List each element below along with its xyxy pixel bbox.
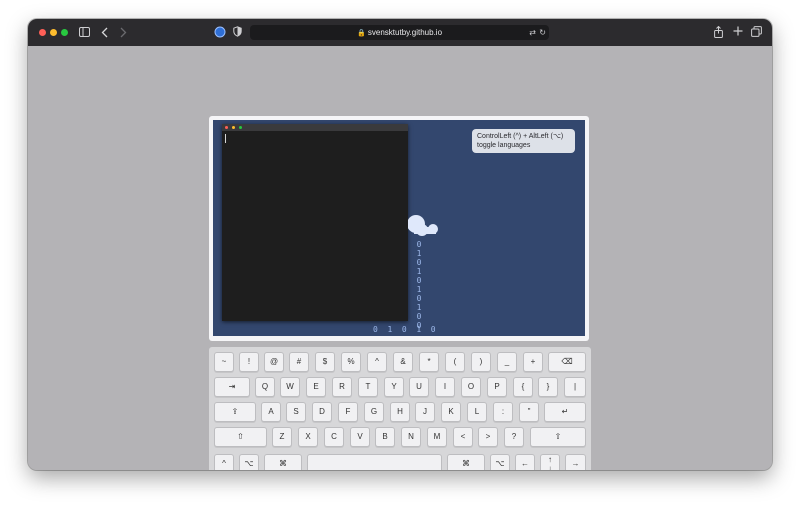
- key-underscore[interactable]: _: [497, 352, 517, 372]
- language-toggle-tooltip: ControlLeft (^) + AltLeft (⌥) toggle lan…: [472, 129, 575, 153]
- key-open-paren[interactable]: (: [445, 352, 465, 372]
- key-close-brace[interactable]: }: [538, 377, 558, 397]
- key-z[interactable]: Z: [272, 427, 292, 447]
- minimize-window-button[interactable]: [50, 29, 57, 36]
- key-exclamation[interactable]: !: [239, 352, 259, 372]
- key-open-brace[interactable]: {: [513, 377, 533, 397]
- key-s[interactable]: S: [286, 402, 306, 422]
- key-q[interactable]: Q: [255, 377, 275, 397]
- key-plus[interactable]: +: [523, 352, 543, 372]
- key-c[interactable]: C: [324, 427, 344, 447]
- key-command-left[interactable]: ⌘: [264, 454, 302, 470]
- key-y[interactable]: Y: [384, 377, 404, 397]
- key-j[interactable]: J: [415, 402, 435, 422]
- key-n[interactable]: N: [401, 427, 421, 447]
- terminal-window[interactable]: [222, 124, 408, 321]
- key-v[interactable]: V: [350, 427, 370, 447]
- back-icon[interactable]: [101, 27, 108, 41]
- key-w[interactable]: W: [280, 377, 300, 397]
- key-asterisk[interactable]: *: [419, 352, 439, 372]
- arrow-up-down-cluster: ↑ ↓: [540, 454, 560, 470]
- browser-window: 🔒 svensktutby.github.io ⇄ ↻ 0 1 0 1 0 1 …: [28, 19, 772, 470]
- zoom-window-button[interactable]: [61, 29, 68, 36]
- key-r[interactable]: R: [332, 377, 352, 397]
- browser-toolbar: 🔒 svensktutby.github.io ⇄ ↻: [28, 19, 772, 46]
- key-tilde[interactable]: ~: [214, 352, 234, 372]
- cloud-icon: [408, 215, 438, 236]
- key-x[interactable]: X: [298, 427, 318, 447]
- privacy-shield-icon[interactable]: [233, 26, 242, 40]
- close-window-button[interactable]: [39, 29, 46, 36]
- key-close-paren[interactable]: ): [471, 352, 491, 372]
- key-less-than[interactable]: <: [453, 427, 473, 447]
- new-tab-icon[interactable]: [733, 26, 743, 39]
- key-f[interactable]: F: [338, 402, 358, 422]
- url-text: svensktutby.github.io: [367, 28, 443, 37]
- tab-overview-icon[interactable]: [751, 26, 762, 40]
- key-percent[interactable]: %: [341, 352, 361, 372]
- virtual-keyboard: ~ ! @ # $ % ^ & * ( ) _ + ⌫ ⇥ Q W E R T …: [209, 347, 591, 470]
- binary-row: 0 1 0 1 0: [373, 325, 436, 334]
- key-question[interactable]: ?: [504, 427, 524, 447]
- forward-icon[interactable]: [120, 27, 127, 41]
- key-backspace[interactable]: ⌫: [548, 352, 586, 372]
- terminal-titlebar[interactable]: [222, 124, 408, 131]
- key-caps-lock[interactable]: ⇪: [214, 402, 256, 422]
- extension-globe-icon[interactable]: [214, 26, 226, 41]
- translate-icon[interactable]: ⇄: [529, 25, 536, 40]
- share-icon[interactable]: [714, 25, 723, 41]
- key-shift-right[interactable]: ⇧: [530, 427, 586, 447]
- key-return[interactable]: ↵: [544, 402, 586, 422]
- address-bar[interactable]: 🔒 svensktutby.github.io ⇄ ↻: [250, 25, 549, 40]
- key-arrow-right[interactable]: →: [565, 454, 586, 470]
- key-command-right[interactable]: ⌘: [447, 454, 485, 470]
- key-h[interactable]: H: [390, 402, 410, 422]
- key-b[interactable]: B: [375, 427, 395, 447]
- key-option-right[interactable]: ⌥: [490, 454, 510, 470]
- key-hash[interactable]: #: [289, 352, 309, 372]
- reload-icon[interactable]: ↻: [539, 25, 546, 40]
- key-e[interactable]: E: [306, 377, 326, 397]
- sidebar-icon[interactable]: [79, 27, 90, 40]
- page-content: 0 1 0 1 0 1 0 1 0 0 0 1 0 1 0 ControlLef…: [28, 46, 772, 470]
- key-colon[interactable]: :: [493, 402, 513, 422]
- key-arrow-left[interactable]: ←: [515, 454, 535, 470]
- key-l[interactable]: L: [467, 402, 487, 422]
- key-k[interactable]: K: [441, 402, 461, 422]
- key-dollar[interactable]: $: [315, 352, 335, 372]
- key-control[interactable]: ^: [214, 454, 234, 470]
- key-a[interactable]: A: [261, 402, 281, 422]
- key-ampersand[interactable]: &: [393, 352, 413, 372]
- key-g[interactable]: G: [364, 402, 384, 422]
- tooltip-action-text: toggle languages: [477, 142, 531, 149]
- key-p[interactable]: P: [487, 377, 507, 397]
- text-cursor: [225, 134, 226, 143]
- key-d[interactable]: D: [312, 402, 332, 422]
- emulator-desktop[interactable]: 0 1 0 1 0 1 0 1 0 0 0 1 0 1 0 ControlLef…: [213, 120, 585, 336]
- terminal-minimize-button[interactable]: [232, 126, 235, 129]
- key-u[interactable]: U: [409, 377, 429, 397]
- key-option-left[interactable]: ⌥: [239, 454, 259, 470]
- key-t[interactable]: T: [358, 377, 378, 397]
- key-shift-left[interactable]: ⇧: [214, 427, 267, 447]
- key-arrow-up[interactable]: ↑: [548, 455, 552, 464]
- lock-icon: 🔒: [356, 30, 366, 37]
- terminal-zoom-button[interactable]: [239, 126, 242, 129]
- key-space[interactable]: [307, 454, 442, 470]
- key-m[interactable]: M: [427, 427, 447, 447]
- key-o[interactable]: O: [461, 377, 481, 397]
- key-i[interactable]: I: [435, 377, 455, 397]
- key-quote[interactable]: ": [519, 402, 539, 422]
- key-arrow-down[interactable]: ↓: [548, 464, 552, 470]
- key-at[interactable]: @: [264, 352, 284, 372]
- tooltip-shortcut-text: ControlLeft (^) + AltLeft (⌥): [477, 133, 564, 140]
- terminal-close-button[interactable]: [225, 126, 228, 129]
- binary-column: 0 1 0 1 0 1 0 1 0 0: [416, 240, 422, 330]
- emulator-screen-frame: 0 1 0 1 0 1 0 1 0 0 0 1 0 1 0 ControlLef…: [209, 116, 589, 341]
- key-pipe[interactable]: |: [564, 377, 586, 397]
- key-caret[interactable]: ^: [367, 352, 387, 372]
- key-greater-than[interactable]: >: [478, 427, 498, 447]
- key-tab[interactable]: ⇥: [214, 377, 250, 397]
